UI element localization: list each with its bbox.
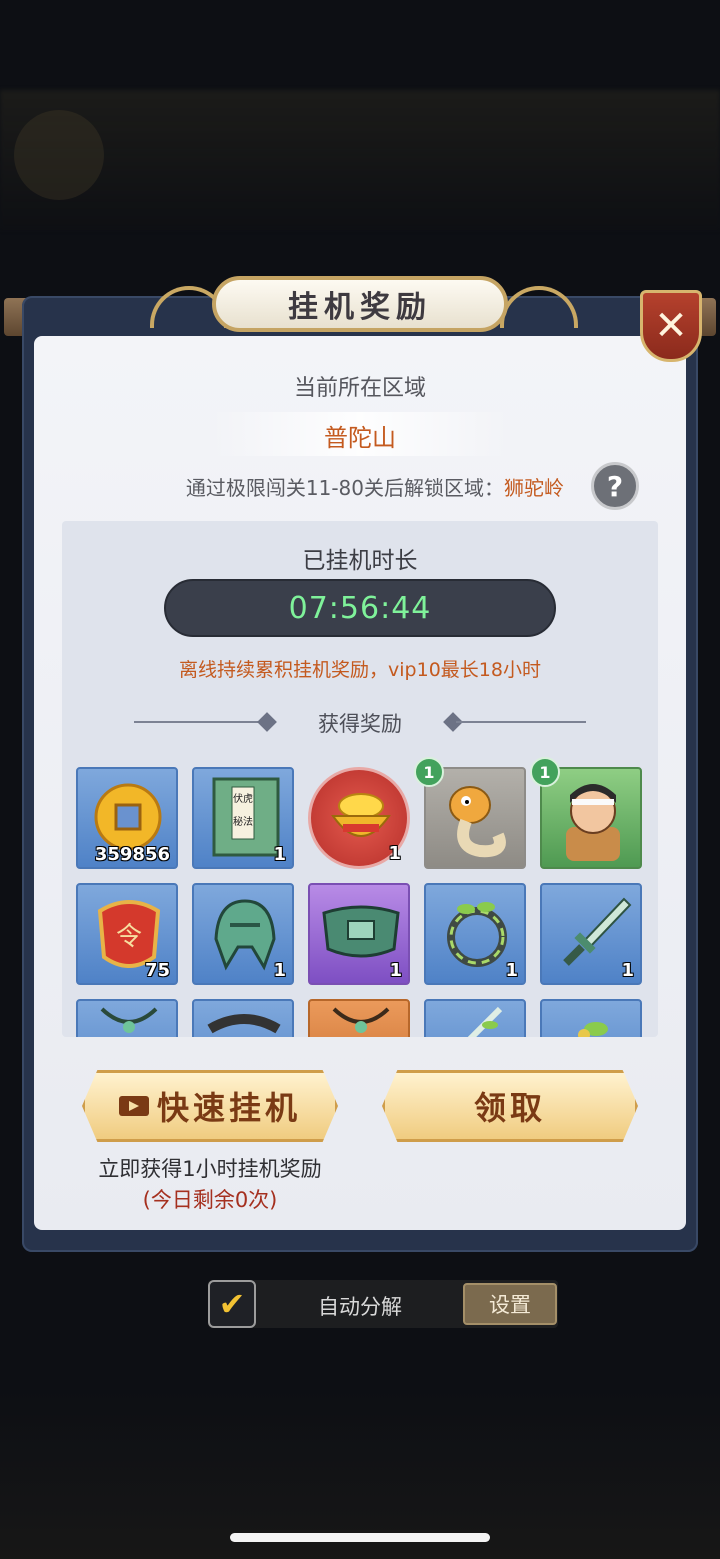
reward-qty: 1 [389, 960, 402, 981]
reward-item-vine-sword[interactable] [424, 999, 526, 1037]
reward-item-vine-ring[interactable]: 1 [424, 883, 526, 985]
reward-qty: 1 [388, 843, 401, 864]
title-banner: 挂机奖励 [212, 276, 508, 332]
title-ornament-right [500, 286, 578, 328]
hero-portrait-icon [566, 784, 620, 861]
claim-button[interactable]: 领取 [382, 1070, 638, 1142]
offline-note: 离线持续累积挂机奖励，vip10最长18小时 [179, 659, 541, 681]
video-camera-icon [118, 1096, 149, 1116]
helmet-icon [214, 899, 276, 971]
reward-item-jade-necklace[interactable] [76, 999, 178, 1037]
reward-qty: 359856 [94, 844, 170, 865]
close-button[interactable]: ✕ [640, 290, 702, 362]
close-icon: ✕ [654, 303, 688, 349]
reward-item-jade-helmet[interactable]: 1 [192, 883, 294, 985]
reward-item-order-token[interactable]: 令 75 [76, 883, 178, 985]
reward-qty: 1 [273, 960, 286, 981]
settings-label: 设置 [489, 1293, 531, 1317]
checkmark-icon: ✔ [218, 1285, 246, 1323]
seahorse-icon [449, 786, 506, 858]
dialog-title: 挂机奖励 [288, 290, 432, 325]
ring-icon [447, 902, 507, 967]
reward-section: 已挂机时长 07:56:44 离线持续累积挂机奖励，vip10最长18小时 获得… [62, 521, 658, 1037]
unlock-region: 狮驼岭 [504, 476, 564, 500]
game-screen: { "dialog": { "title": "挂机奖励", "close_sy… [0, 0, 720, 1559]
armor-icon [207, 1014, 281, 1034]
reward-item-book[interactable]: 伏虎 秘法 1 [192, 767, 294, 869]
reward-item-vine-ornament[interactable] [540, 999, 642, 1037]
question-icon: ? [606, 469, 624, 503]
ornament-icon [578, 1022, 608, 1037]
reward-qty: 1 [273, 844, 286, 865]
claim-label: 领取 [473, 1089, 546, 1127]
sword-icon [467, 1006, 503, 1037]
background-avatar [14, 110, 104, 200]
treasure-bowl-icon [331, 793, 391, 837]
belt-icon [322, 905, 400, 958]
rewards-label: 获得奖励 [318, 712, 402, 736]
quick-idle-label: 快速挂机 [156, 1089, 301, 1127]
settings-button[interactable]: 设置 [463, 1283, 557, 1325]
reward-item-dark-armor[interactable] [192, 999, 294, 1037]
background-hud [0, 90, 720, 230]
quick-idle-description: 立即获得1小时挂机奖励 [98, 1157, 322, 1181]
reward-item-seahorse[interactable]: 1 [414, 757, 526, 869]
duration-label: 已挂机时长 [302, 548, 418, 574]
reward-item-hero[interactable]: 1 [530, 757, 642, 869]
reward-item-coin[interactable]: 359856 [76, 767, 178, 869]
quick-idle-button[interactable]: 快速挂机 [82, 1070, 338, 1142]
reward-badge: 1 [414, 757, 444, 787]
book-title-2: 秘法 [233, 815, 253, 828]
reward-qty: 1 [505, 960, 518, 981]
book-title-1: 伏虎 [233, 792, 253, 805]
help-button[interactable]: ? [591, 462, 639, 510]
region-name: 普陀山 [324, 424, 396, 452]
quick-idle-remaining: (今日剩余0次) [142, 1188, 278, 1212]
auto-salvage-label: 自动分解 [318, 1295, 402, 1319]
unlock-text: 通过极限闯关11-80关后解锁区域： [185, 476, 504, 500]
unlock-hint: 通过极限闯关11-80关后解锁区域：狮驼岭 [0, 472, 564, 501]
auto-salvage-checkbox[interactable]: ✔ [208, 1280, 256, 1328]
reward-item-jade-sword[interactable]: 1 [540, 883, 642, 985]
reward-qty: 75 [144, 960, 170, 981]
duration-timer: 07:56:44 [164, 579, 556, 637]
home-indicator[interactable] [230, 1533, 490, 1542]
reward-qty: 1 [621, 960, 634, 981]
necklace-icon [332, 1007, 390, 1033]
necklace-icon [100, 1007, 158, 1033]
duration-value: 07:56:44 [288, 590, 432, 626]
coin-icon [94, 783, 162, 851]
token-glyph: 令 [116, 922, 142, 952]
reward-item-treasure-bowl[interactable]: 1 [308, 767, 410, 869]
reward-badge: 1 [530, 757, 560, 787]
region-label: 当前所在区域 [293, 376, 426, 401]
reward-item-jade-belt[interactable]: 1 [308, 883, 410, 985]
reward-item-amber-necklace[interactable] [308, 999, 410, 1037]
